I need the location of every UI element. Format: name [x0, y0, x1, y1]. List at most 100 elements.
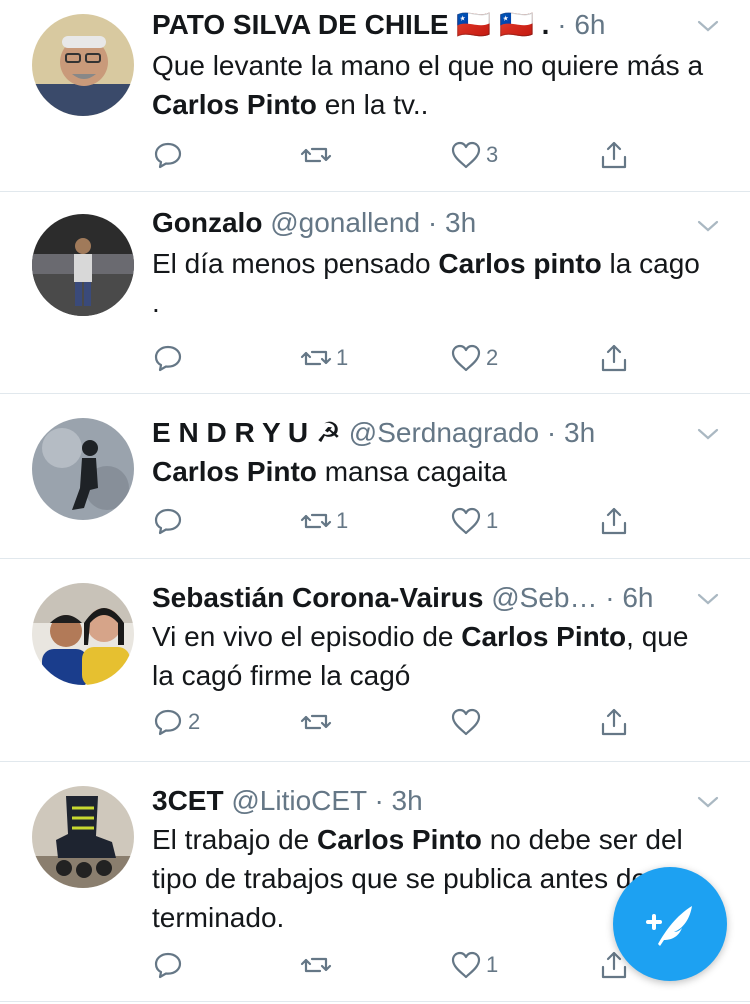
display-name[interactable]: Gonzalo	[152, 207, 262, 238]
chevron-down-icon[interactable]	[696, 422, 720, 446]
tweet-header: Gonzalo @gonallend · 3h	[152, 206, 690, 240]
handle[interactable]: @Serdnagrado	[349, 417, 539, 448]
share-button[interactable]	[598, 504, 630, 538]
tweet[interactable]: Gonzalo @gonallend · 3h El día menos pen…	[0, 192, 750, 394]
reply-icon	[154, 952, 182, 979]
avatar[interactable]	[32, 583, 134, 685]
separator: ·	[427, 207, 438, 238]
timestamp[interactable]: 6h	[574, 9, 605, 40]
share-icon	[601, 344, 627, 372]
tweet[interactable]: E N D R Y U ☭ @Serdnagrado · 3h Carlos P…	[0, 394, 750, 559]
reply-icon	[154, 508, 182, 535]
text-segment: en la tv..	[316, 89, 429, 120]
timeline-feed: PATO SILVA DE CHILE 🇨🇱 🇨🇱 . · 6h Que lev…	[0, 0, 750, 1002]
avatar[interactable]	[32, 786, 134, 888]
text-segment: mansa cagaita	[316, 456, 507, 487]
retweet-button[interactable]: 1	[300, 341, 348, 375]
retweet-button[interactable]	[300, 138, 336, 172]
tweet[interactable]: Sebastián Corona-Vairus @Seb… · 6h Vi en…	[0, 559, 750, 762]
highlighted-term: Carlos Pinto	[461, 621, 627, 652]
retweet-icon	[300, 957, 332, 973]
tweet-header: 3CET @LitioCET · 3h	[152, 784, 690, 818]
reply-button[interactable]: 2	[152, 705, 200, 739]
reply-button[interactable]	[152, 948, 188, 982]
retweet-icon	[300, 147, 332, 163]
avatar[interactable]	[32, 418, 134, 520]
display-name[interactable]: E N D R Y U ☭	[152, 417, 341, 448]
timestamp[interactable]: 3h	[445, 207, 476, 238]
tweet[interactable]: PATO SILVA DE CHILE 🇨🇱 🇨🇱 . · 6h Que lev…	[0, 0, 750, 192]
share-button[interactable]	[598, 138, 630, 172]
reply-icon	[154, 345, 182, 372]
heart-icon	[451, 951, 481, 979]
like-button[interactable]: 3	[450, 138, 498, 172]
heart-icon	[451, 344, 481, 372]
display-name[interactable]: Sebastián Corona-Vairus	[152, 582, 483, 613]
tweet-text: Carlos Pinto mansa cagaita	[152, 452, 710, 491]
chevron-down-icon[interactable]	[696, 14, 720, 38]
retweet-button[interactable]	[300, 948, 336, 982]
chevron-down-icon[interactable]	[696, 587, 720, 611]
handle[interactable]: @Seb…	[491, 582, 597, 613]
like-button[interactable]	[450, 705, 486, 739]
display-name[interactable]: 3CET	[152, 785, 224, 816]
reply-button[interactable]	[152, 341, 188, 375]
reply-count: 2	[188, 709, 201, 734]
share-icon	[601, 708, 627, 736]
retweet-button[interactable]	[300, 705, 336, 739]
handle[interactable]: @LitioCET	[231, 785, 366, 816]
handle[interactable]: @gonallend	[270, 207, 420, 238]
tweet-actions: 1	[152, 948, 652, 982]
tweet-actions: 2	[152, 705, 652, 739]
tweet-actions: 1 1	[152, 504, 652, 538]
chevron-down-icon[interactable]	[696, 790, 720, 814]
heart-icon	[451, 141, 481, 169]
timestamp[interactable]: 6h	[622, 582, 653, 613]
retweet-button[interactable]: 1	[300, 504, 348, 538]
compose-tweet-icon	[646, 906, 692, 946]
like-count: 1	[486, 952, 499, 977]
reply-icon	[154, 142, 182, 169]
share-button[interactable]	[598, 705, 630, 739]
avatar[interactable]	[32, 14, 134, 116]
retweet-icon	[300, 513, 332, 529]
separator: ·	[557, 9, 567, 40]
share-button[interactable]	[598, 341, 630, 375]
tweet-header: E N D R Y U ☭ @Serdnagrado · 3h	[152, 416, 690, 450]
heart-icon	[451, 708, 481, 736]
highlighted-term: Carlos pinto	[438, 248, 602, 279]
chevron-down-icon[interactable]	[696, 214, 720, 238]
like-count: 3	[486, 142, 499, 167]
separator: ·	[605, 582, 615, 613]
like-count: 2	[486, 345, 499, 370]
timestamp[interactable]: 3h	[392, 785, 423, 816]
reply-button[interactable]	[152, 138, 188, 172]
like-count: 1	[486, 508, 499, 533]
heart-icon	[451, 507, 481, 535]
like-button[interactable]: 1	[450, 504, 498, 538]
text-segment: El trabajo de	[152, 824, 317, 855]
tweet-header: PATO SILVA DE CHILE 🇨🇱 🇨🇱 . · 6h	[152, 8, 690, 42]
reply-button[interactable]	[152, 504, 188, 538]
retweet-icon	[300, 714, 332, 730]
reply-icon	[154, 709, 182, 736]
highlighted-term: Carlos Pinto	[152, 456, 317, 487]
like-button[interactable]: 1	[450, 948, 498, 982]
tweet-actions: 1 2	[152, 341, 652, 375]
like-button[interactable]: 2	[450, 341, 498, 375]
tweet-actions: 3	[152, 138, 652, 172]
tweet-text: El día menos pensado Carlos pinto la cag…	[152, 244, 710, 322]
tweet-header: Sebastián Corona-Vairus @Seb… · 6h	[152, 581, 690, 615]
retweet-count: 1	[336, 508, 349, 533]
share-icon	[601, 141, 627, 169]
tweet-text: Vi en vivo el episodio de Carlos Pinto, …	[152, 617, 710, 695]
tweet-text: Que levante la mano el que no quiere más…	[152, 46, 710, 124]
compose-tweet-button[interactable]	[613, 867, 727, 981]
text-segment: El día menos pensado	[152, 248, 439, 279]
text-segment: Que levante la mano el que no quiere más…	[152, 50, 704, 81]
display-name[interactable]: PATO SILVA DE CHILE 🇨🇱 🇨🇱 .	[152, 9, 549, 40]
timestamp[interactable]: 3h	[564, 417, 595, 448]
retweet-count: 1	[336, 345, 349, 370]
avatar[interactable]	[32, 214, 134, 316]
highlighted-term: Carlos Pinto	[152, 89, 317, 120]
